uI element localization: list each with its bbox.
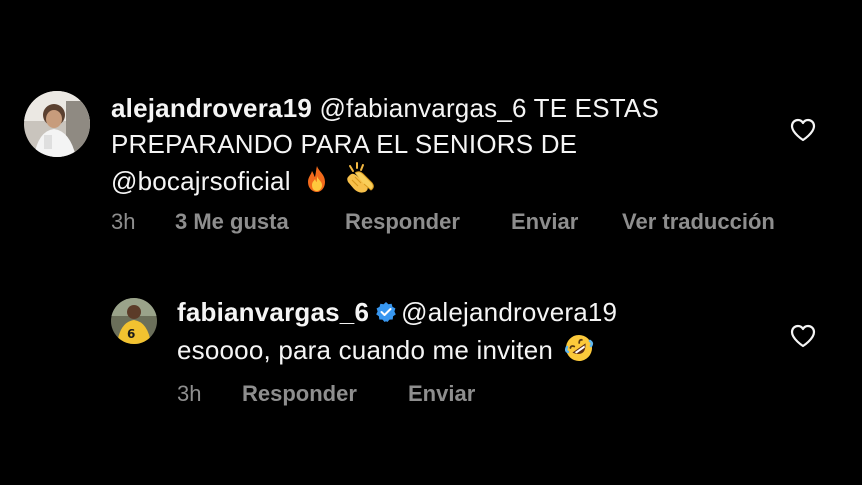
avatar[interactable] xyxy=(24,91,90,157)
send-button[interactable]: Enviar xyxy=(408,381,475,407)
comment-username[interactable]: alejandrovera19 xyxy=(111,93,312,123)
like-heart-icon[interactable] xyxy=(790,324,816,348)
svg-text:6: 6 xyxy=(127,327,135,341)
comment-actions: 3h 3 Me gusta Responder Enviar Ver tradu… xyxy=(111,209,811,237)
clapping-hands-emoji xyxy=(344,162,378,203)
rolling-on-floor-laughing-emoji xyxy=(564,333,594,372)
reply-timestamp: 3h xyxy=(177,381,202,406)
see-translation-button[interactable]: Ver traducción xyxy=(622,209,775,235)
comment-text: alejandrovera19 @fabianvargas_6 TE ESTAS… xyxy=(111,90,751,203)
reply-actions: 3h Responder Enviar xyxy=(177,381,577,409)
send-button[interactable]: Enviar xyxy=(511,209,578,235)
comment-timestamp: 3h xyxy=(111,209,136,234)
fire-emoji xyxy=(302,164,332,203)
reply-username[interactable]: fabianvargas_6 xyxy=(177,297,369,327)
reply-button[interactable]: Responder xyxy=(242,381,357,407)
comment-mention[interactable]: @fabianvargas_6 xyxy=(319,93,526,123)
reply-mention[interactable]: @alejandrovera19 xyxy=(401,297,617,327)
reply-text: fabianvargas_6 @alejandrovera19 esoooo, … xyxy=(177,294,757,372)
likes-count-button[interactable]: 3 Me gusta xyxy=(175,209,289,235)
comment-text-line2: PREPARANDO PARA EL SENIORS DE xyxy=(111,129,578,159)
reply-body: esoooo, para cuando me inviten xyxy=(177,335,554,365)
avatar[interactable]: 6 xyxy=(111,298,157,344)
comment-text-line1: TE ESTAS xyxy=(533,93,659,123)
verified-badge-icon xyxy=(375,296,397,332)
reply-button[interactable]: Responder xyxy=(345,209,460,235)
like-heart-icon[interactable] xyxy=(790,118,816,142)
comment-mention2[interactable]: @bocajrsoficial xyxy=(111,166,291,196)
